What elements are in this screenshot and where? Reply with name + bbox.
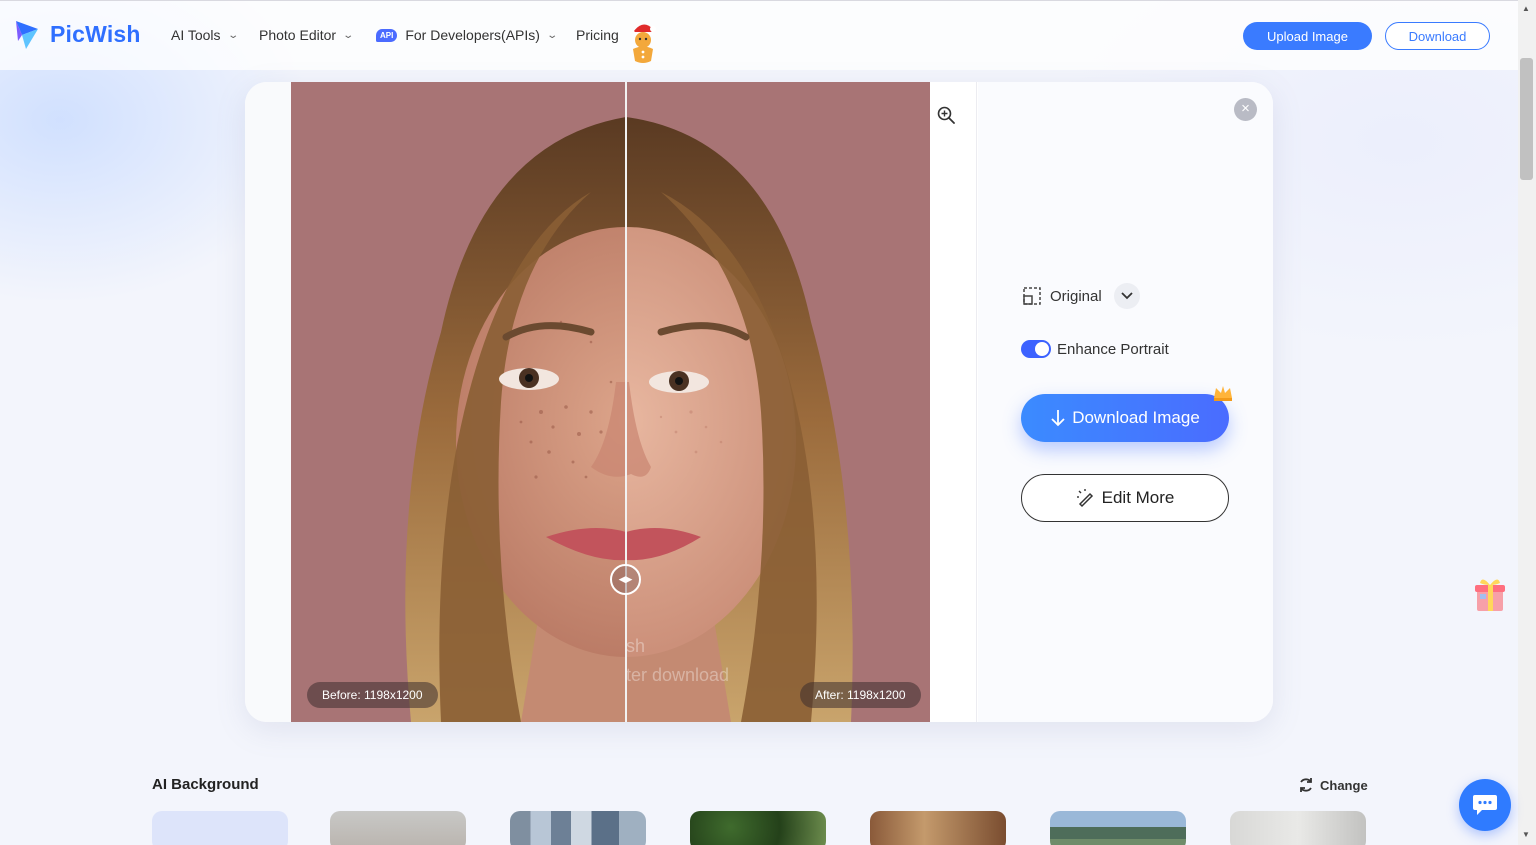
download-arrow-icon bbox=[1051, 410, 1065, 427]
watermark-line: ter download bbox=[626, 665, 730, 685]
after-size-label: After: 1198x1200 bbox=[800, 682, 921, 708]
chat-support-button[interactable] bbox=[1459, 779, 1511, 831]
close-icon[interactable]: × bbox=[1234, 98, 1257, 121]
download-image-button[interactable]: Download Image bbox=[1021, 394, 1229, 442]
portrait-photo bbox=[291, 82, 930, 722]
background-thumbnail-wood-interior[interactable] bbox=[870, 811, 1006, 845]
download-image-label: Download Image bbox=[1072, 408, 1200, 427]
nav-pricing-label: Pricing bbox=[576, 27, 619, 43]
toggle-knob bbox=[1035, 342, 1049, 356]
download-button[interactable]: Download bbox=[1385, 22, 1490, 50]
ai-background-title: AI Background bbox=[152, 776, 259, 793]
background-thumbnail-blank[interactable] bbox=[152, 811, 288, 845]
nav-photo-editor[interactable]: Photo Editor ⌄ bbox=[259, 27, 355, 43]
comparison-slider-handle[interactable]: ◀▶ bbox=[610, 564, 641, 595]
change-button[interactable]: Change bbox=[1298, 777, 1368, 793]
chevron-down-icon: ⌄ bbox=[546, 29, 559, 41]
upload-image-button[interactable]: Upload Image bbox=[1243, 22, 1372, 50]
nav-pricing[interactable]: Pricing bbox=[576, 27, 619, 43]
enhance-portrait-label: Enhance Portrait bbox=[1057, 340, 1169, 358]
background-thumbnail-city-buildings[interactable] bbox=[510, 811, 646, 845]
result-card: sh ter download ◀▶ Before: 1198x1200 Aft… bbox=[245, 82, 1273, 722]
arrows-left-right-icon: ◀▶ bbox=[618, 574, 633, 584]
enhance-portrait-row: Enhance Portrait bbox=[1021, 340, 1169, 358]
gift-icon[interactable] bbox=[1472, 575, 1508, 613]
nav-ai-tools[interactable]: AI Tools ⌄ bbox=[171, 27, 239, 43]
picwish-logo-icon bbox=[16, 21, 38, 49]
watermark-line: sh bbox=[626, 636, 646, 656]
card-left-gutter bbox=[245, 82, 291, 722]
brand-logo[interactable]: PicWish bbox=[14, 17, 141, 51]
before-size-label: Before: 1198x1200 bbox=[307, 682, 438, 708]
zoom-in-icon[interactable] bbox=[937, 106, 955, 124]
enhance-portrait-toggle[interactable] bbox=[1021, 340, 1051, 358]
zoom-toolbar bbox=[930, 82, 977, 722]
brand-name: PicWish bbox=[50, 20, 141, 47]
ratio-label: Original bbox=[1050, 287, 1102, 305]
watermark-text: sh ter download bbox=[626, 632, 729, 690]
scroll-up-arrow-icon[interactable]: ▲ bbox=[1522, 4, 1530, 13]
background-thumbnail-trees-garden[interactable] bbox=[690, 811, 826, 845]
edit-more-button[interactable]: Edit More bbox=[1021, 474, 1229, 522]
magic-wand-icon bbox=[1076, 489, 1093, 508]
top-navigation: PicWish AI Tools ⌄ Photo Editor ⌄ API Fo… bbox=[0, 0, 1518, 70]
nav-developers[interactable]: API For Developers(APIs) ⌄ bbox=[376, 27, 559, 43]
background-thumbnail-mountains[interactable] bbox=[1050, 811, 1186, 845]
change-label: Change bbox=[1320, 777, 1368, 793]
chevron-down-icon[interactable] bbox=[1113, 283, 1140, 309]
crop-icon bbox=[1023, 287, 1041, 305]
refresh-icon bbox=[1300, 778, 1312, 792]
gingerbread-mascot-icon bbox=[633, 24, 656, 63]
ratio-selector[interactable]: Original bbox=[1022, 283, 1140, 309]
scrollbar-thumb[interactable] bbox=[1520, 58, 1533, 180]
background-thumbnail-room-white[interactable] bbox=[330, 811, 466, 845]
nav-developers-label: For Developers(APIs) bbox=[405, 27, 540, 43]
page-scrollbar[interactable]: ▲ ▼ bbox=[1518, 0, 1536, 845]
api-badge-icon: API bbox=[376, 28, 398, 42]
chevron-down-icon: ⌄ bbox=[342, 29, 355, 41]
background-thumbnail-window-room[interactable] bbox=[1230, 811, 1366, 845]
nav-photo-editor-label: Photo Editor bbox=[259, 27, 337, 43]
crown-icon bbox=[1214, 386, 1232, 401]
scroll-down-arrow-icon[interactable]: ▼ bbox=[1522, 830, 1530, 839]
before-after-viewer[interactable]: sh ter download ◀▶ Before: 1198x1200 Aft… bbox=[291, 82, 930, 722]
nav-ai-tools-label: AI Tools bbox=[171, 27, 221, 43]
edit-more-label: Edit More bbox=[1101, 488, 1175, 507]
chat-bubble-icon bbox=[1473, 795, 1497, 815]
comparison-divider[interactable] bbox=[625, 82, 627, 722]
chevron-down-icon: ⌄ bbox=[226, 29, 239, 41]
